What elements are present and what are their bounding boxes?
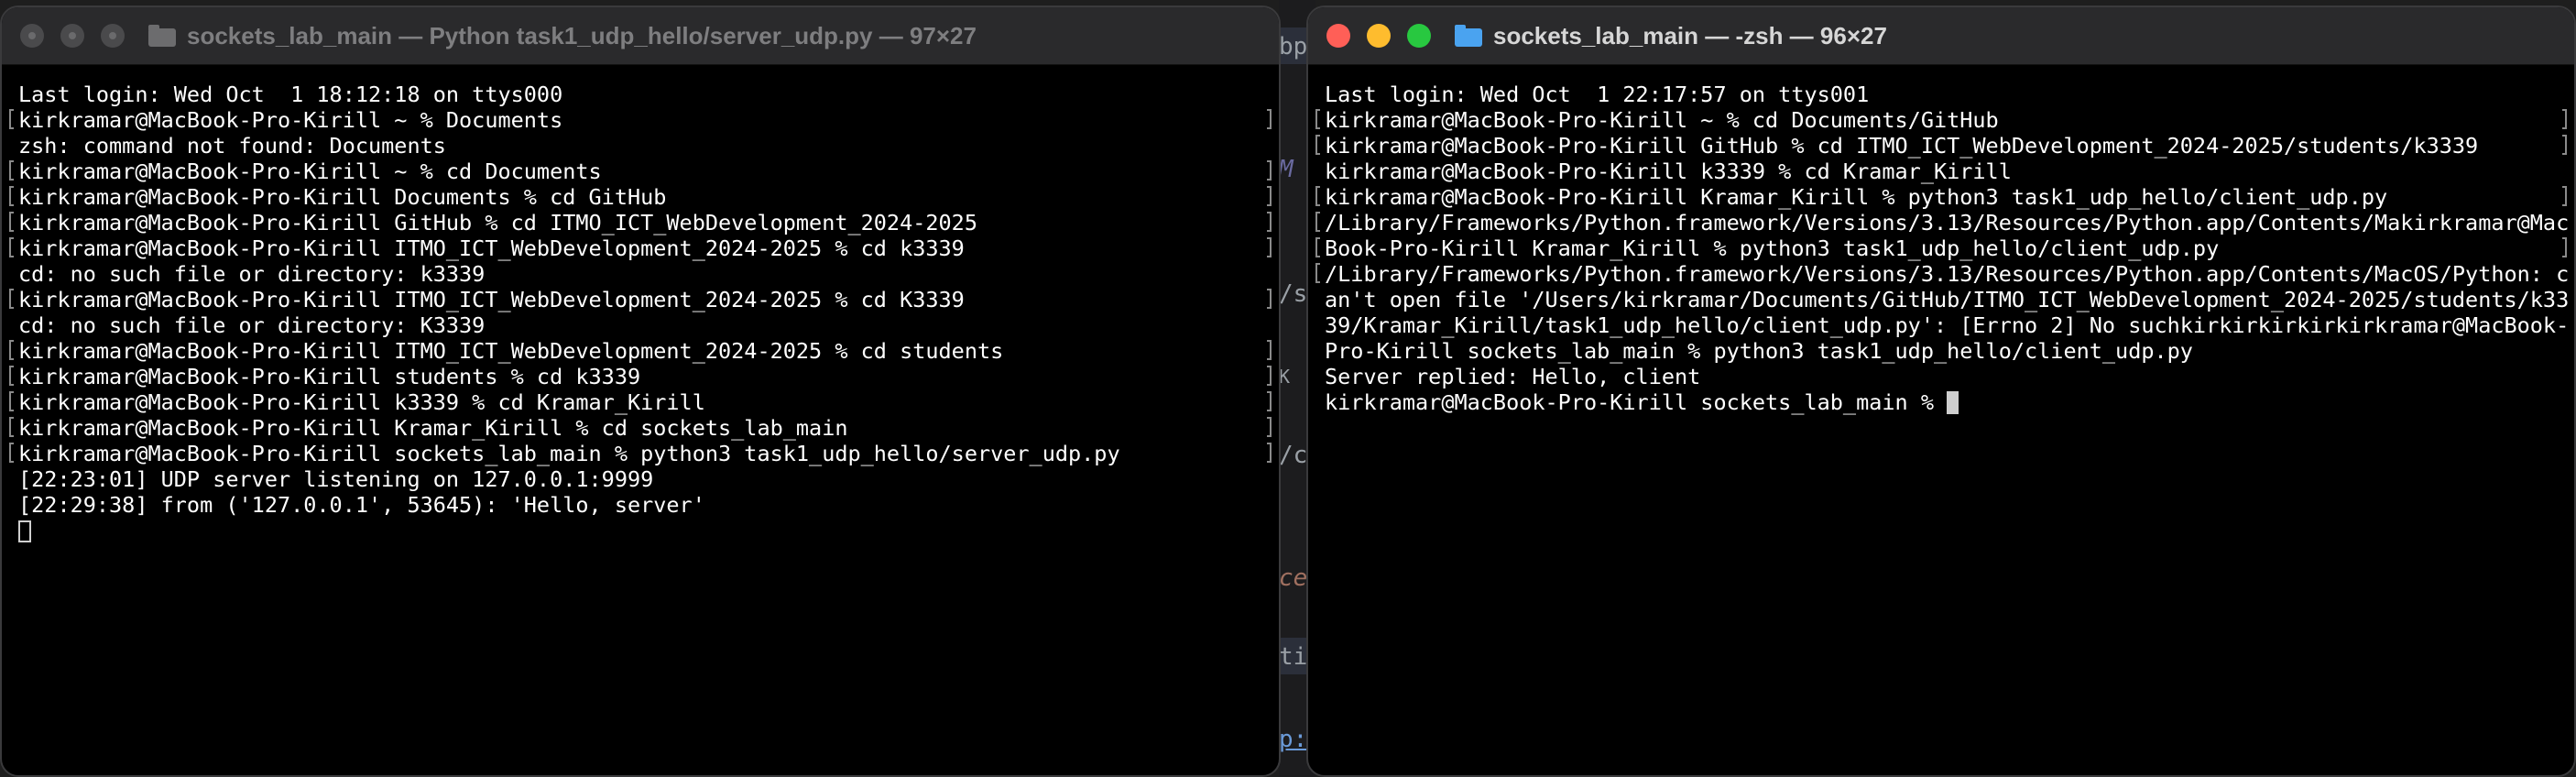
editor-fragment: /s bbox=[1279, 280, 1308, 308]
command-mark-icon bbox=[1267, 237, 1272, 257]
terminal-line: kirkramar@MacBook-Pro-Kirill k3339 % cd … bbox=[1325, 159, 2012, 184]
terminal-line: kirkramar@MacBook-Pro-Kirill Kramar_Kiri… bbox=[1315, 184, 2574, 210]
window-titlebar[interactable]: sockets_lab_main — Python task1_udp_hell… bbox=[2, 7, 1279, 65]
terminal-line: Server replied: Hello, client bbox=[1325, 364, 1701, 389]
command-mark-icon bbox=[2562, 135, 2567, 155]
terminal-line: kirkramar@MacBook-Pro-Kirill ~ % cd Docu… bbox=[9, 159, 1279, 184]
command-mark-icon bbox=[9, 289, 14, 309]
command-mark-icon bbox=[1315, 135, 1320, 155]
minimize-button[interactable] bbox=[60, 24, 84, 48]
command-mark-icon bbox=[9, 366, 14, 386]
editor-fragment: M bbox=[1279, 156, 1293, 183]
command-mark-icon bbox=[1267, 417, 1272, 437]
terminal-output[interactable]: Last login: Wed Oct 1 18:12:18 on ttys00… bbox=[2, 65, 1279, 543]
terminal-line: kirkramar@MacBook-Pro-Kirill ~ % Documen… bbox=[9, 107, 1279, 133]
terminal-line: kirkramar@MacBook-Pro-Kirill ~ % cd Docu… bbox=[1315, 107, 2574, 133]
terminal-line: an't open file '/Users/kirkramar/Documen… bbox=[1325, 287, 2570, 312]
terminal-line: 39/Kramar_Kirill/task1_udp_hello/client_… bbox=[1325, 312, 2570, 338]
terminal-line bbox=[18, 518, 1279, 543]
folder-icon bbox=[148, 25, 176, 47]
terminal-line: kirkramar@MacBook-Pro-Kirill ITMO_ICT_We… bbox=[9, 235, 1279, 261]
terminal-line: [22:23:01] UDP server listening on 127.0… bbox=[18, 466, 654, 492]
command-mark-icon bbox=[1267, 160, 1272, 181]
terminal-line: kirkramar@MacBook-Pro-Kirill sockets_lab… bbox=[1325, 389, 2574, 415]
close-button[interactable] bbox=[1326, 24, 1350, 48]
terminal-line: Pro-Kirill sockets_lab_main % python3 ta… bbox=[1325, 338, 2193, 364]
command-mark-icon bbox=[9, 109, 14, 129]
terminal-line: kirkramar@MacBook-Pro-Kirill sockets_lab… bbox=[9, 441, 1279, 466]
command-mark-icon bbox=[9, 237, 14, 257]
terminal-line: Last login: Wed Oct 1 18:12:18 on ttys00… bbox=[18, 82, 563, 107]
command-mark-icon bbox=[1267, 340, 1272, 360]
terminal-line: cd: no such file or directory: K3339 bbox=[18, 312, 486, 338]
terminal-line: [22:29:38] from ('127.0.0.1', 53645): 'H… bbox=[18, 492, 705, 518]
terminal-window-server[interactable]: sockets_lab_main — Python task1_udp_hell… bbox=[0, 5, 1281, 777]
command-mark-icon bbox=[1267, 391, 1272, 411]
command-mark-icon bbox=[1267, 366, 1272, 386]
terminal-line: kirkramar@MacBook-Pro-Kirill GitHub % cd… bbox=[9, 210, 1279, 235]
terminal-output[interactable]: Last login: Wed Oct 1 22:17:57 on ttys00… bbox=[1308, 65, 2574, 415]
command-mark-icon bbox=[9, 391, 14, 411]
command-mark-icon bbox=[9, 212, 14, 232]
command-mark-icon bbox=[2562, 237, 2567, 257]
editor-fragment: ti bbox=[1279, 643, 1308, 671]
terminal-line: kirkramar@MacBook-Pro-Kirill k3339 % cd … bbox=[9, 389, 1279, 415]
terminal-line: /Library/Frameworks/Python.framework/Ver… bbox=[1315, 261, 2574, 287]
command-mark-icon bbox=[9, 160, 14, 181]
text-cursor bbox=[18, 520, 31, 542]
window-title-text: sockets_lab_main — -zsh — 96×27 bbox=[1493, 21, 1887, 49]
command-mark-icon bbox=[1267, 443, 1272, 463]
terminal-line: kirkramar@MacBook-Pro-Kirill Documents %… bbox=[9, 184, 1279, 210]
zoom-button[interactable] bbox=[101, 24, 125, 48]
terminal-line: zsh: command not found: Documents bbox=[18, 133, 446, 159]
terminal-line: kirkramar@MacBook-Pro-Kirill Kramar_Kiri… bbox=[9, 415, 1279, 441]
command-mark-icon bbox=[9, 340, 14, 360]
command-mark-icon bbox=[2562, 186, 2567, 206]
terminal-line: cd: no such file or directory: k3339 bbox=[18, 261, 486, 287]
window-controls bbox=[20, 24, 125, 48]
window-controls bbox=[1326, 24, 1431, 48]
editor-fragment: ce bbox=[1279, 564, 1308, 592]
window-title: sockets_lab_main — -zsh — 96×27 bbox=[1455, 22, 1887, 50]
command-mark-icon bbox=[1315, 237, 1320, 257]
editor-fragment: p: bbox=[1279, 726, 1308, 753]
command-mark-icon bbox=[9, 417, 14, 437]
terminal-line: /Library/Frameworks/Python.framework/Ver… bbox=[1315, 210, 2574, 235]
command-mark-icon bbox=[1267, 109, 1272, 129]
terminal-line: Last login: Wed Oct 1 22:17:57 on ttys00… bbox=[1325, 82, 1870, 107]
window-title-text: sockets_lab_main — Python task1_udp_hell… bbox=[187, 21, 977, 49]
command-mark-icon bbox=[1315, 263, 1320, 283]
window-titlebar[interactable]: sockets_lab_main — -zsh — 96×27 bbox=[1308, 7, 2574, 65]
terminal-line: kirkramar@MacBook-Pro-Kirill GitHub % cd… bbox=[1315, 133, 2574, 159]
close-button[interactable] bbox=[20, 24, 44, 48]
terminal-line: kirkramar@MacBook-Pro-Kirill students % … bbox=[9, 364, 1279, 389]
terminal-line: kirkramar@MacBook-Pro-Kirill ITMO_ICT_We… bbox=[9, 338, 1279, 364]
command-mark-icon bbox=[9, 186, 14, 206]
command-mark-icon bbox=[2562, 109, 2567, 129]
command-mark-icon bbox=[1267, 289, 1272, 309]
command-mark-icon bbox=[1267, 212, 1272, 232]
minimize-button[interactable] bbox=[1367, 24, 1391, 48]
terminal-window-client[interactable]: sockets_lab_main — -zsh — 96×27 Last log… bbox=[1306, 5, 2576, 777]
window-title: sockets_lab_main — Python task1_udp_hell… bbox=[148, 22, 977, 50]
command-mark-icon bbox=[9, 443, 14, 463]
terminal-line: kirkramar@MacBook-Pro-Kirill ITMO_ICT_We… bbox=[9, 287, 1279, 312]
command-mark-icon bbox=[1315, 186, 1320, 206]
terminal-line: Book-Pro-Kirill Kramar_Kirill % python3 … bbox=[1315, 235, 2574, 261]
command-mark-icon bbox=[1315, 212, 1320, 232]
editor-fragment: /c bbox=[1279, 442, 1308, 469]
folder-icon bbox=[1455, 25, 1482, 47]
command-mark-icon bbox=[1267, 186, 1272, 206]
command-mark-icon bbox=[1315, 109, 1320, 129]
zoom-button[interactable] bbox=[1407, 24, 1431, 48]
text-cursor bbox=[1947, 391, 1959, 414]
